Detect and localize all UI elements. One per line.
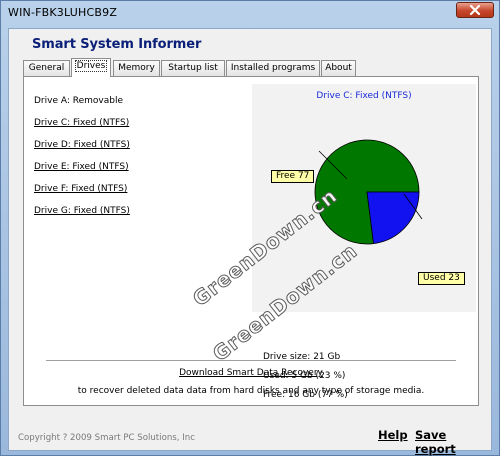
client-area: Smart System Informer General Drives Mem… (8, 28, 493, 456)
tab-drives[interactable]: Drives (71, 58, 111, 77)
drive-item-f[interactable]: Drive F: Fixed (NTFS) (34, 184, 127, 194)
tab-memory-label: Memory (118, 63, 155, 73)
tab-general[interactable]: General (23, 60, 70, 76)
tab-installed-programs-label: Installed programs (230, 63, 316, 73)
save-report-link[interactable]: Save report (415, 428, 491, 456)
drive-item-a: Drive A: Removable (34, 96, 123, 106)
drives-panel: Drive A: Removable Drive C: Fixed (NTFS)… (23, 76, 479, 406)
download-link[interactable]: Download Smart Data Recovery (9, 368, 493, 378)
pie-slice-used (366, 191, 420, 245)
app-window: WIN-FBK3LUHCB9Z Smart System Informer Ge… (0, 0, 500, 456)
tab-installed-programs[interactable]: Installed programs (226, 60, 320, 76)
footer-divider (46, 360, 456, 362)
drive-item-d[interactable]: Drive D: Fixed (NTFS) (34, 140, 130, 150)
drive-item-c[interactable]: Drive C: Fixed (NTFS) (34, 118, 129, 128)
tab-about[interactable]: About (321, 60, 356, 76)
app-title: Smart System Informer (32, 37, 202, 52)
help-link[interactable]: Help (378, 428, 408, 442)
tab-drives-label: Drives (74, 60, 108, 72)
pie-chart-area: Drive C: Fixed (NTFS) Free 77 Used 23 (252, 84, 476, 312)
close-button[interactable] (456, 2, 494, 18)
drive-item-g[interactable]: Drive G: Fixed (NTFS) (34, 206, 130, 216)
close-icon (469, 5, 481, 15)
tab-startup-list-label: Startup list (168, 63, 218, 73)
title-bar[interactable]: WIN-FBK3LUHCB9Z (1, 1, 499, 27)
window-title: WIN-FBK3LUHCB9Z (8, 6, 118, 19)
copyright-text: Copyright ? 2009 Smart PC Solutions, Inc (18, 433, 195, 443)
tab-startup-list[interactable]: Startup list (161, 60, 225, 76)
used-slice-label: Used 23 (418, 272, 465, 285)
tab-memory[interactable]: Memory (113, 60, 160, 76)
drive-item-e[interactable]: Drive E: Fixed (NTFS) (34, 162, 129, 172)
tab-general-label: General (28, 63, 65, 73)
recover-description: to recover deleted data data from hard d… (77, 386, 425, 396)
free-slice-label: Free 77 (271, 170, 315, 183)
tab-about-label: About (325, 63, 352, 73)
